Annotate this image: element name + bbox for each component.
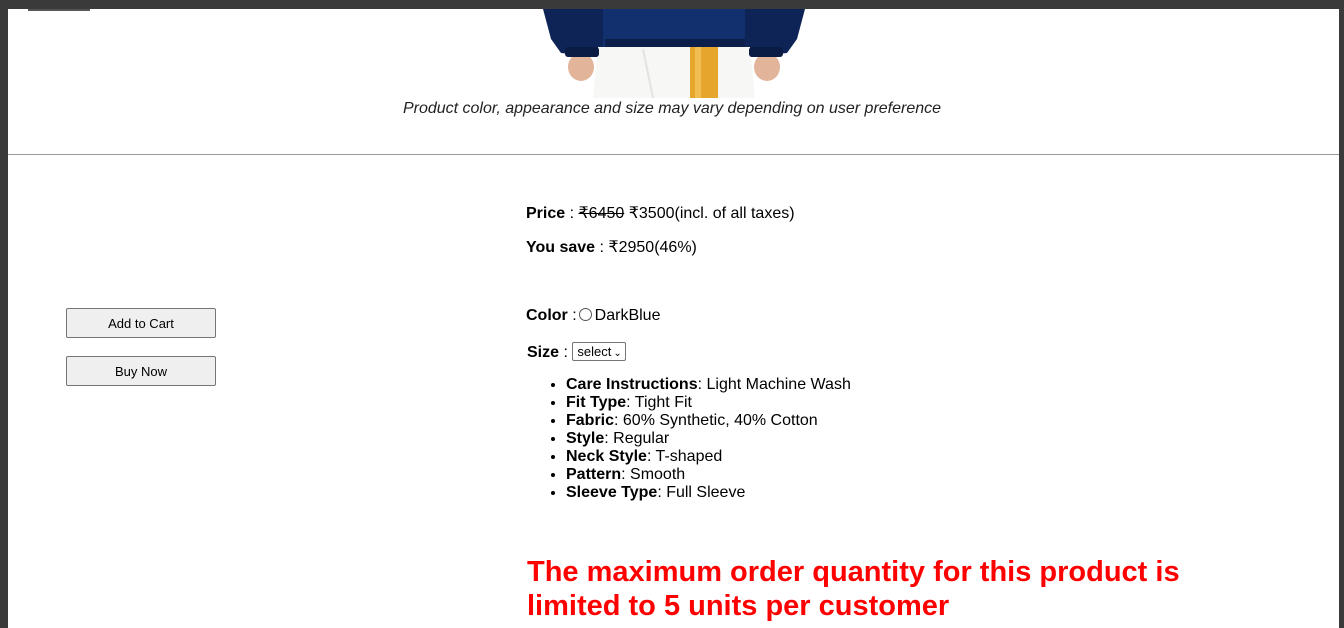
list-item: Neck Style: T-shaped xyxy=(566,448,851,466)
product-attributes: Care Instructions: Light Machine Wash Fi… xyxy=(526,376,851,502)
header-fragment xyxy=(28,9,90,11)
list-item: Style: Regular xyxy=(566,430,851,448)
browser-frame-top xyxy=(0,0,1344,9)
list-item: Care Instructions: Light Machine Wash xyxy=(566,376,851,394)
original-price: ₹6450 xyxy=(578,205,625,222)
color-label: Color xyxy=(526,307,568,324)
product-image xyxy=(543,9,805,98)
attribute-value: Smooth xyxy=(630,466,686,483)
order-limit-notice: The maximum order quantity for this prod… xyxy=(527,556,1180,622)
list-item: Pattern: Smooth xyxy=(566,466,851,484)
savings-row: You save : ₹2950(46%) xyxy=(526,239,697,256)
chevron-down-icon: ⌄ xyxy=(613,348,622,359)
price-label: Price xyxy=(526,205,566,222)
add-to-cart-button[interactable]: Add to Cart xyxy=(66,308,216,338)
buy-now-button[interactable]: Buy Now xyxy=(66,356,216,386)
current-price: ₹3500 xyxy=(628,205,675,222)
attribute-value: 60% Synthetic, 40% Cotton xyxy=(622,412,818,429)
list-item: Fit Type: Tight Fit xyxy=(566,394,851,412)
attribute-label: Pattern xyxy=(566,466,622,483)
browser-frame-left xyxy=(0,0,8,628)
size-select-value: select xyxy=(577,344,612,359)
attribute-value: Tight Fit xyxy=(634,394,692,411)
image-caption: Product color, appearance and size may v… xyxy=(402,100,942,117)
attribute-label: Fabric xyxy=(566,412,615,429)
size-label: Size xyxy=(527,344,560,361)
attribute-value: Regular xyxy=(613,430,670,447)
color-row: Color : DarkBlue xyxy=(526,307,661,324)
attribute-label: Sleeve Type xyxy=(566,484,658,501)
size-select[interactable]: select ⌄ xyxy=(572,342,626,361)
size-row: Size : select ⌄ xyxy=(527,342,626,362)
attribute-label: Neck Style xyxy=(566,448,647,465)
section-divider xyxy=(8,154,1339,155)
tax-note: (incl. of all taxes) xyxy=(674,205,795,222)
list-item: Sleeve Type: Full Sleeve xyxy=(566,484,851,502)
color-option-label[interactable]: DarkBlue xyxy=(595,307,661,324)
savings-label: You save xyxy=(526,239,596,256)
savings-value: ₹2950(46%) xyxy=(608,239,697,256)
attribute-label: Fit Type xyxy=(566,394,627,411)
attribute-value: T-shaped xyxy=(655,448,723,465)
radio-unselected-icon[interactable] xyxy=(578,308,592,321)
attribute-label: Care Instructions xyxy=(566,376,698,393)
attribute-value: Full Sleeve xyxy=(666,484,746,501)
browser-frame-right xyxy=(1339,0,1344,628)
attribute-value: Light Machine Wash xyxy=(706,376,851,393)
list-item: Fabric: 60% Synthetic, 40% Cotton xyxy=(566,412,851,430)
attribute-label: Style xyxy=(566,430,605,447)
price-row: Price : ₹6450 ₹3500(incl. of all taxes) xyxy=(526,205,795,222)
